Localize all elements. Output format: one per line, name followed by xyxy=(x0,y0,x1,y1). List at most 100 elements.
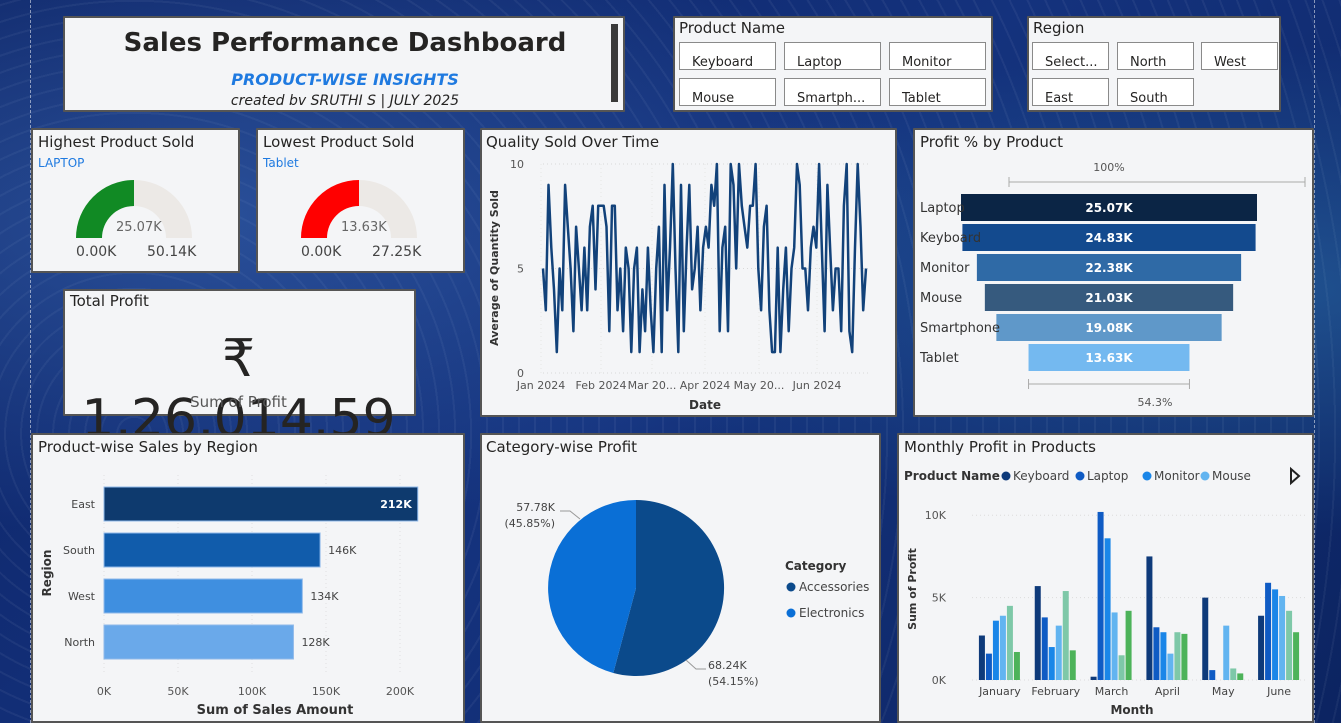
qty-over-time-card: Quality Sold Over Time 0 5 10 Jan 2024 Feb 2… xyxy=(480,128,897,417)
month-bar-monitor xyxy=(992,620,999,680)
x-tick-label: May xyxy=(1212,685,1235,698)
month-bar-monitor xyxy=(1272,589,1279,680)
funnel-category-label: Mouse xyxy=(920,291,962,306)
month-bar-tablet xyxy=(1013,651,1020,680)
y-axis-title: Region xyxy=(40,550,54,597)
month-bar-smartphone xyxy=(1286,610,1293,680)
funnel-top-label: 100% xyxy=(1093,161,1124,174)
y-tick-label: 5 xyxy=(517,263,524,276)
legend-marker xyxy=(1200,471,1210,481)
x-tick-label: Feb 2024 xyxy=(576,379,627,392)
slicer-option-west[interactable]: West xyxy=(1201,42,1278,70)
product-slicer: Product Name Keyboard Laptop Monitor Mou… xyxy=(673,16,993,112)
region-category-label: East xyxy=(71,498,95,511)
product-slicer-title: Product Name xyxy=(679,19,785,37)
funnel-category-label: Smartphone xyxy=(920,321,1000,336)
month-bar-mouse xyxy=(1167,653,1174,680)
slicer-option-south[interactable]: South xyxy=(1117,78,1194,106)
month-bar-monitor xyxy=(1160,632,1167,680)
monthly-profit-card: Monthly Profit in Products 0K 5K 10K Januar… xyxy=(897,433,1314,723)
highest-gauge-value: 25.07K xyxy=(116,220,162,235)
legend-next-icon[interactable] xyxy=(1290,466,1301,486)
page-subtitle: PRODUCT-WISE INSIGHTS xyxy=(231,70,459,89)
lowest-gauge-value: 13.63K xyxy=(341,220,387,235)
y-tick-label: 0K xyxy=(932,674,947,687)
legend-marker xyxy=(1075,471,1085,481)
pie-legend-marker xyxy=(786,582,796,592)
pie-value-label: 57.78K xyxy=(516,501,555,514)
funnel-value-label: 22.38K xyxy=(1085,261,1133,275)
sales-region-card: Product-wise Sales by Region 0K 50K 100K 15… xyxy=(31,433,465,723)
month-bar-monitor xyxy=(1048,647,1055,680)
slicer-option-monitor[interactable]: Monitor xyxy=(889,42,986,70)
x-tick-label: February xyxy=(1031,685,1080,698)
funnel-category-label: Laptop xyxy=(920,201,965,216)
month-bar-laptop xyxy=(1153,627,1160,680)
region-category-label: North xyxy=(64,636,95,649)
pie-leader-line xyxy=(685,659,706,670)
pie-value-label: 68.24K xyxy=(708,659,747,672)
month-bar-laptop xyxy=(1209,670,1216,680)
slicer-option-laptop[interactable]: Laptop xyxy=(784,42,881,70)
x-tick-label: 0K xyxy=(97,685,112,698)
month-bar-laptop xyxy=(1097,511,1104,680)
x-tick-label: 200K xyxy=(386,685,415,698)
legend-label: Mouse xyxy=(1212,469,1251,483)
page-credit: created bv SRUTHI S | JULY 2025 xyxy=(230,93,460,109)
region-slicer-title: Region xyxy=(1033,19,1085,37)
legend-label: Laptop xyxy=(1087,469,1128,483)
total-profit-title: Total Profit xyxy=(70,292,149,310)
category-profit-card: Category-wise Profit 68.24K (54.15%) 57.78… xyxy=(480,433,881,723)
month-bar-tablet xyxy=(1069,650,1076,680)
funnel-value-label: 19.08K xyxy=(1085,321,1133,335)
x-tick-label: 150K xyxy=(312,685,341,698)
legend-title: Product Name xyxy=(904,469,1000,483)
y-axis-title: Average of Quantity Sold xyxy=(488,190,501,346)
x-tick-label: 100K xyxy=(238,685,267,698)
pie-percent-label: (54.15%) xyxy=(708,675,759,688)
highest-product-title: Highest Product Sold xyxy=(38,133,195,151)
funnel-category-label: Keyboard xyxy=(920,231,981,246)
funnel-value-label: 25.07K xyxy=(1085,201,1133,215)
monthly-profit-chart: 0K 5K 10K January February March April May June M… xyxy=(904,466,1307,717)
pie-percent-label: (45.85%) xyxy=(504,517,555,530)
pie-legend-label: Electronics xyxy=(799,606,864,620)
month-bar-laptop xyxy=(985,653,992,680)
month-bar-smartphone xyxy=(1230,668,1237,680)
slicer-option-tablet[interactable]: Tablet xyxy=(889,78,986,106)
month-bar-tablet xyxy=(1181,633,1188,680)
x-tick-label: Jun 2024 xyxy=(792,379,842,392)
x-axis-title: Month xyxy=(1110,703,1153,717)
slicer-option-keyboard[interactable]: Keyboard xyxy=(679,42,776,70)
month-bar-keyboard xyxy=(978,635,985,680)
month-bar-monitor xyxy=(1104,538,1111,680)
lowest-product-card: Lowest Product Sold Tablet 13.63K 0.00K … xyxy=(256,128,465,273)
region-value-label: 212K xyxy=(380,498,412,511)
slicer-option-mouse[interactable]: Mouse xyxy=(679,78,776,106)
region-bar-west xyxy=(103,578,303,614)
funnel-value-label: 13.63K xyxy=(1085,351,1133,365)
slicer-option-north[interactable]: North xyxy=(1117,42,1194,70)
total-profit-card: Total Profit ₹ 1,26,014.59 Sum of Profit xyxy=(63,289,416,449)
legend-marker xyxy=(1001,471,1011,481)
slicer-option-smartphone[interactable]: Smartph... xyxy=(784,78,881,106)
month-bar-laptop xyxy=(1041,617,1048,680)
funnel-value-label: 24.83K xyxy=(1085,231,1133,245)
header-accent-bar xyxy=(611,24,618,102)
x-tick-label: 50K xyxy=(167,685,189,698)
region-bar-east xyxy=(103,486,419,522)
x-tick-label: March xyxy=(1095,685,1129,698)
month-bar-keyboard xyxy=(1034,586,1041,680)
legend-marker xyxy=(1142,471,1152,481)
month-bar-mouse xyxy=(1223,625,1230,680)
month-bar-keyboard xyxy=(1090,676,1097,680)
funnel-category-label: Monitor xyxy=(920,261,970,276)
month-bar-smartphone xyxy=(1118,655,1125,680)
funnel-value-label: 21.03K xyxy=(1085,291,1133,305)
qty-line-chart: 0510Jan 2024 Feb 2024 Mar 20... Apr 2024 May… xyxy=(488,158,871,412)
pie-legend-marker xyxy=(786,608,796,618)
slicer-option-select-all[interactable]: Select... xyxy=(1032,42,1109,70)
pie-legend-label: Accessories xyxy=(799,580,869,594)
slicer-option-east[interactable]: East xyxy=(1032,78,1109,106)
x-tick-label: Mar 20... xyxy=(628,379,677,392)
